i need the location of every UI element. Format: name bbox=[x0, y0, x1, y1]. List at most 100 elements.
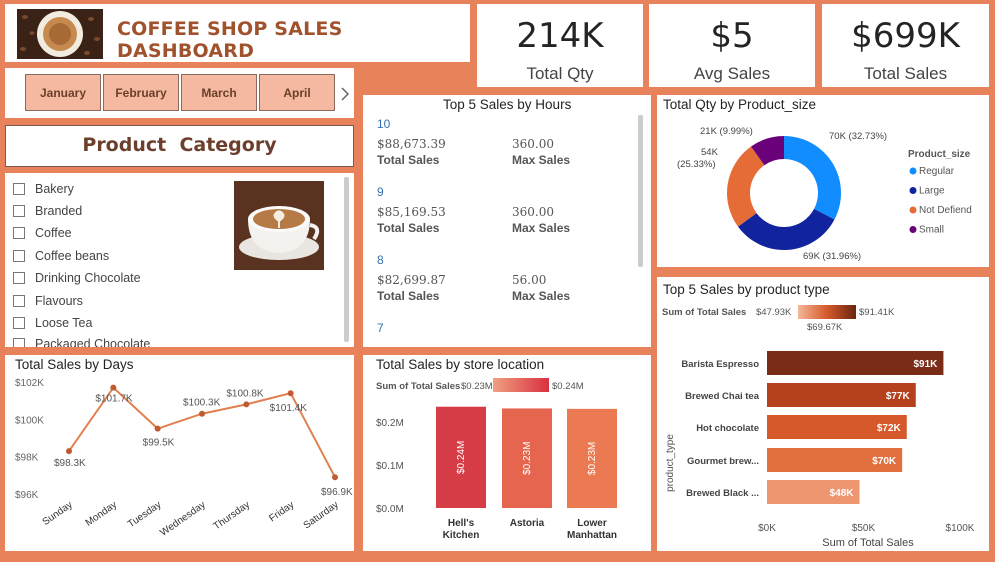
donut-legend-title: Product_size bbox=[908, 149, 971, 160]
checkbox[interactable] bbox=[13, 338, 25, 347]
y-tick-label: $0.2M bbox=[376, 418, 404, 429]
product-type-legend-gradient bbox=[798, 305, 856, 319]
y-tick-label: $100K bbox=[15, 415, 44, 426]
kpi-total-sales: $699K Total Sales bbox=[822, 4, 989, 87]
hour-number: 9 bbox=[377, 185, 384, 199]
y-tick-label: Barista Espresso bbox=[681, 359, 759, 370]
x-tick-label: Monday bbox=[84, 499, 119, 528]
month-button-february[interactable]: February bbox=[103, 74, 179, 111]
category-item-loose-tea[interactable]: Loose Tea bbox=[13, 316, 92, 330]
hour-max-sales-label: Max Sales bbox=[512, 153, 571, 167]
hour-total-sales: $82,699.87 bbox=[377, 273, 446, 287]
checkbox[interactable] bbox=[13, 227, 25, 239]
x-tick-label: Sunday bbox=[41, 499, 75, 527]
category-scrollbar[interactable] bbox=[344, 177, 349, 342]
x-tick-label: $100K bbox=[946, 523, 975, 534]
y-tick-label: Brewed Black ... bbox=[686, 488, 759, 499]
kpi-label: Avg Sales bbox=[693, 64, 771, 83]
store-location-panel: Total Sales by store location Sum of Tot… bbox=[363, 355, 651, 551]
data-point[interactable] bbox=[332, 474, 338, 481]
hours-scrollbar[interactable] bbox=[638, 115, 643, 267]
legend-marker bbox=[909, 167, 917, 175]
hour-max-sales: 360.00 bbox=[512, 205, 554, 219]
category-item-coffee[interactable]: Coffee bbox=[13, 226, 72, 240]
checkbox[interactable] bbox=[13, 205, 25, 217]
product-type-panel: Top 5 Sales by product type Sum of Total… bbox=[657, 277, 989, 551]
x-tick-label: Tuesday bbox=[126, 499, 163, 530]
legend-label[interactable]: Small bbox=[919, 225, 944, 236]
donut-chart: Total Qty by Product_size Product_size 7… bbox=[663, 97, 972, 262]
product-type-x-label: Sum of Total Sales bbox=[822, 537, 914, 549]
hour-max-sales-label: Max Sales bbox=[512, 289, 571, 303]
category-item-branded[interactable]: Branded bbox=[13, 204, 82, 218]
x-tick-label: Wednesday bbox=[158, 499, 207, 538]
legend-label[interactable]: Regular bbox=[919, 166, 955, 177]
month-button-march[interactable]: March bbox=[181, 74, 257, 111]
x-tick-label: $0K bbox=[758, 523, 776, 534]
days-title: Total Sales by Days bbox=[15, 357, 134, 372]
top5-hours-panel: Top 5 Sales by Hours 10 $88,673.39 360.0… bbox=[363, 95, 651, 347]
donut-slice[interactable] bbox=[727, 146, 765, 227]
x-tick-label: Kitchen bbox=[443, 530, 480, 541]
store-legend-max: $0.24M bbox=[552, 381, 584, 392]
hour-max-sales-label: Max Sales bbox=[512, 221, 571, 235]
month-button-april[interactable]: April bbox=[259, 74, 335, 111]
x-tick-label: Friday bbox=[267, 499, 296, 524]
category-item-bakery[interactable]: Bakery bbox=[13, 182, 74, 196]
product-type-title: Top 5 Sales by product type bbox=[663, 282, 830, 297]
x-tick-label: Manhattan bbox=[567, 530, 617, 541]
y-tick-label: Gourmet brew... bbox=[687, 456, 759, 467]
category-item-coffee-beans[interactable]: Coffee beans bbox=[13, 249, 109, 263]
checkbox[interactable] bbox=[13, 250, 25, 262]
store-legend-gradient bbox=[493, 378, 549, 392]
data-point[interactable] bbox=[243, 401, 250, 408]
x-tick-label: Hell's bbox=[448, 518, 475, 529]
hour-total-sales-label: Total Sales bbox=[377, 221, 440, 235]
bar-data-label: $70K bbox=[872, 456, 897, 467]
month-button-january[interactable]: January bbox=[25, 74, 101, 111]
y-tick-label: $98K bbox=[15, 453, 39, 464]
product-type-legend-title: Sum of Total Sales bbox=[662, 307, 746, 318]
kpi-value: $5 bbox=[710, 16, 754, 56]
product-type-legend-max: $91.41K bbox=[859, 307, 895, 318]
data-point[interactable] bbox=[199, 410, 205, 417]
bar-data-label: $0.24M bbox=[456, 441, 467, 474]
legend-label[interactable]: Not Defiend bbox=[919, 205, 972, 216]
donut-title: Total Qty by Product_size bbox=[663, 97, 816, 112]
category-label: Flavours bbox=[35, 294, 83, 308]
kpi-value: 214K bbox=[516, 16, 604, 56]
donut-data-label: 70K (32.73%) bbox=[829, 131, 887, 142]
hour-total-sales: $85,169.53 bbox=[377, 205, 446, 219]
data-point[interactable] bbox=[110, 384, 117, 391]
hour-total-sales: $88,673.39 bbox=[377, 137, 446, 151]
chevron-right-icon[interactable] bbox=[340, 86, 350, 102]
checkbox[interactable] bbox=[13, 272, 25, 284]
checkbox[interactable] bbox=[13, 295, 25, 307]
hour-number: 8 bbox=[377, 253, 384, 267]
checkbox[interactable] bbox=[13, 317, 25, 329]
category-item-flavours[interactable]: Flavours bbox=[13, 294, 83, 308]
data-label: $96.9K bbox=[321, 487, 353, 498]
x-tick-label: $50K bbox=[852, 523, 876, 534]
category-item-drinking-chocolate[interactable]: Drinking Chocolate bbox=[13, 271, 141, 285]
checkbox[interactable] bbox=[13, 183, 25, 195]
category-title: Product Category bbox=[82, 134, 277, 156]
month-slicer: January February March April bbox=[5, 68, 354, 118]
data-label: $98.3K bbox=[54, 458, 86, 469]
data-point[interactable] bbox=[287, 390, 294, 397]
legend-label[interactable]: Large bbox=[919, 186, 945, 197]
store-title: Total Sales by store location bbox=[376, 357, 544, 372]
hour-max-sales: 56.00 bbox=[512, 273, 547, 287]
donut-slice[interactable] bbox=[784, 136, 841, 220]
legend-marker bbox=[909, 187, 917, 194]
x-tick-label: Saturday bbox=[302, 499, 341, 531]
hour-total-sales-label: Total Sales bbox=[377, 153, 440, 167]
latte-art-cup-icon bbox=[234, 181, 324, 270]
category-item-packaged-chocolate[interactable]: Packaged Chocolate bbox=[13, 337, 150, 347]
y-tick-label: $96K bbox=[15, 490, 39, 501]
category-label: Packaged Chocolate bbox=[35, 337, 151, 347]
bar-data-label: $0.23M bbox=[587, 442, 598, 475]
data-point[interactable] bbox=[66, 448, 72, 455]
data-label: $100.3K bbox=[183, 398, 221, 409]
data-point[interactable] bbox=[154, 425, 161, 432]
